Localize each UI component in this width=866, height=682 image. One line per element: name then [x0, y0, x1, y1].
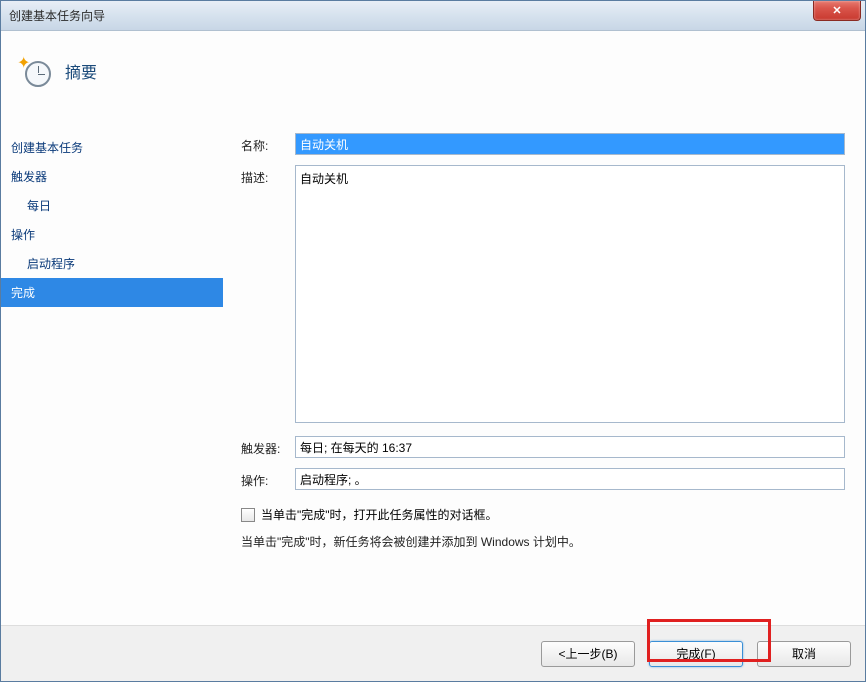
wizard-window: 创建基本任务向导 ✕ ✦ 摘要 创建基本任务 触发器 每日 操作 启动程序 完成: [0, 0, 866, 682]
action-label: 操作:: [223, 468, 295, 489]
content-area: ✦ 摘要 创建基本任务 触发器 每日 操作 启动程序 完成 名称:: [1, 31, 865, 681]
back-button[interactable]: <上一步(B): [541, 641, 635, 667]
close-icon: ✕: [832, 4, 841, 17]
open-properties-checkbox[interactable]: [241, 508, 255, 522]
sidebar-item-daily[interactable]: 每日: [1, 191, 223, 220]
wizard-sidebar: 创建基本任务 触发器 每日 操作 启动程序 完成: [1, 103, 223, 625]
trigger-label: 触发器:: [223, 436, 295, 457]
open-properties-checkbox-row[interactable]: 当单击"完成"时，打开此任务属性的对话框。: [241, 506, 845, 523]
sidebar-item-start-program[interactable]: 启动程序: [1, 249, 223, 278]
close-button[interactable]: ✕: [813, 1, 861, 21]
description-label: 描述:: [223, 165, 295, 186]
action-input[interactable]: [295, 468, 845, 490]
checkbox-label: 当单击"完成"时，打开此任务属性的对话框。: [261, 506, 498, 523]
page-title: 摘要: [65, 59, 97, 83]
name-input[interactable]: [295, 133, 845, 155]
titlebar: 创建基本任务向导 ✕: [1, 1, 865, 31]
sidebar-item-finish[interactable]: 完成: [1, 278, 223, 307]
wizard-body: 创建基本任务 触发器 每日 操作 启动程序 完成 名称: 描述:: [1, 103, 865, 625]
description-textarea[interactable]: [295, 165, 845, 423]
window-title: 创建基本任务向导: [9, 7, 105, 24]
info-text: 当单击"完成"时，新任务将会被创建并添加到 Windows 计划中。: [241, 533, 845, 550]
main-panel: 名称: 描述: 触发器:: [223, 103, 865, 625]
summary-icon: ✦: [19, 55, 51, 87]
sidebar-item-trigger[interactable]: 触发器: [1, 162, 223, 191]
button-bar: <上一步(B) 完成(F) 取消: [1, 625, 865, 681]
cancel-button[interactable]: 取消: [757, 641, 851, 667]
wizard-header: ✦ 摘要: [1, 31, 865, 103]
sidebar-item-create-task[interactable]: 创建基本任务: [1, 133, 223, 162]
trigger-input[interactable]: [295, 436, 845, 458]
footer-options: 当单击"完成"时，打开此任务属性的对话框。 当单击"完成"时，新任务将会被创建并…: [223, 500, 845, 550]
finish-button[interactable]: 完成(F): [649, 641, 743, 667]
sidebar-item-action[interactable]: 操作: [1, 220, 223, 249]
name-label: 名称:: [223, 133, 295, 154]
